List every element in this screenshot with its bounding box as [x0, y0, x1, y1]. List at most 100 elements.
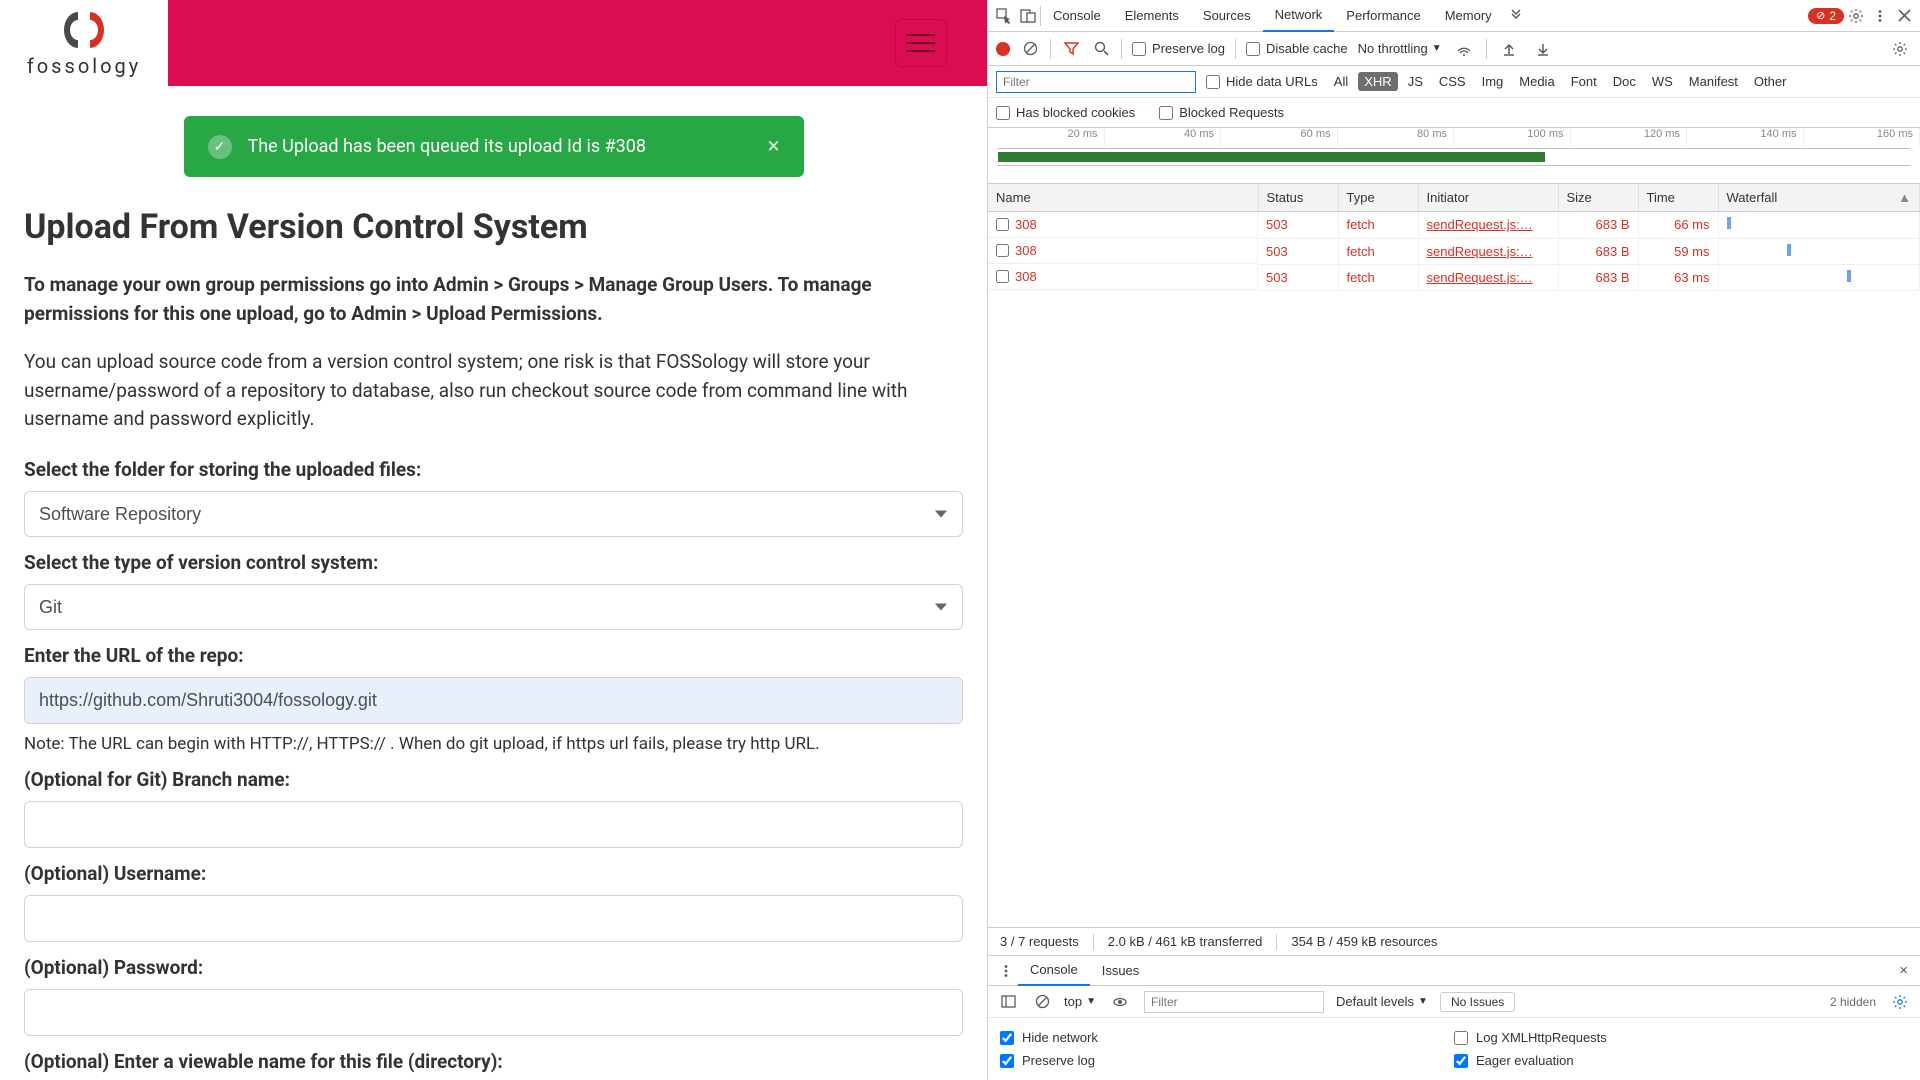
logo-icon [62, 8, 106, 52]
timeline-tick: 20 ms [988, 128, 1105, 146]
req-name: 308 [1015, 243, 1037, 258]
vcs-select[interactable]: Git [24, 584, 963, 630]
drawer-tab-issues[interactable]: Issues [1090, 956, 1152, 986]
export-har-icon[interactable] [1531, 37, 1555, 61]
type-filter-css[interactable]: CSS [1433, 72, 1472, 91]
intro-description: You can upload source code from a versio… [24, 348, 944, 434]
request-row[interactable]: 308503fetchsendRequest.js:…683 B66 ms [988, 212, 1920, 239]
column-time[interactable]: Time [1638, 184, 1718, 212]
req-initiator[interactable]: sendRequest.js:… [1427, 270, 1533, 285]
settings-icon[interactable] [1844, 4, 1868, 28]
drawer-preserve-log-check[interactable]: Preserve log [1000, 1049, 1454, 1072]
eager-eval-check[interactable]: Eager evaluation [1454, 1049, 1908, 1072]
folder-select[interactable]: Software Repository [24, 491, 963, 537]
password-input[interactable] [24, 989, 963, 1036]
column-status[interactable]: Status [1258, 184, 1338, 212]
tab-performance[interactable]: Performance [1334, 0, 1432, 32]
type-filter-js[interactable]: JS [1402, 72, 1429, 91]
throttling-select[interactable]: No throttling ▼ [1358, 41, 1442, 56]
type-filter-manifest[interactable]: Manifest [1683, 72, 1744, 91]
hide-network-check[interactable]: Hide network [1000, 1026, 1454, 1049]
req-time: 66 ms [1638, 212, 1718, 239]
timeline-tick: 40 ms [1105, 128, 1222, 146]
live-expr-icon[interactable] [1108, 990, 1132, 1014]
more-tabs-icon[interactable] [1504, 4, 1528, 28]
clear-icon[interactable] [1020, 39, 1040, 59]
network-conditions-icon[interactable] [1452, 37, 1476, 61]
console-filter-input[interactable] [1144, 991, 1324, 1013]
kebab-icon[interactable] [1868, 4, 1892, 28]
row-check[interactable] [996, 244, 1009, 257]
tab-sources[interactable]: Sources [1191, 0, 1263, 32]
type-filter-font[interactable]: Font [1565, 72, 1603, 91]
column-waterfall[interactable]: Waterfall▲ [1718, 184, 1920, 212]
network-status-bar: 3 / 7 requests 2.0 kB / 461 kB transferr… [988, 927, 1920, 955]
network-settings-icon[interactable] [1888, 37, 1912, 61]
error-count-badge[interactable]: 2 [1808, 8, 1844, 24]
column-initiator[interactable]: Initiator [1418, 184, 1558, 212]
request-row[interactable]: 308503fetchsendRequest.js:…683 B59 ms [988, 238, 1920, 264]
search-icon[interactable] [1091, 39, 1111, 59]
tab-memory[interactable]: Memory [1433, 0, 1504, 32]
column-size[interactable]: Size [1558, 184, 1638, 212]
filter-input[interactable] [996, 71, 1196, 93]
drawer-tab-console[interactable]: Console [1018, 956, 1090, 986]
tab-elements[interactable]: Elements [1113, 0, 1191, 32]
inspect-icon[interactable] [992, 4, 1016, 28]
timeline-overview[interactable]: 20 ms40 ms60 ms80 ms100 ms120 ms140 ms16… [988, 128, 1920, 184]
tab-console[interactable]: Console [1041, 0, 1113, 32]
hamburger-icon[interactable] [895, 19, 947, 67]
branch-input[interactable] [24, 801, 963, 848]
row-check[interactable] [996, 270, 1009, 283]
req-type: fetch [1338, 238, 1418, 264]
password-label: (Optional) Password: [24, 956, 963, 979]
drawer-kebab-icon[interactable] [994, 959, 1018, 983]
blocked-requests-check[interactable]: Blocked Requests [1159, 105, 1284, 120]
url-input[interactable] [24, 677, 963, 724]
filter-icon[interactable] [1061, 39, 1081, 59]
disable-cache-check[interactable]: Disable cache [1246, 41, 1348, 56]
req-initiator[interactable]: sendRequest.js:… [1427, 217, 1533, 232]
status-transferred: 2.0 kB / 461 kB transferred [1108, 934, 1263, 949]
console-toolbar: top ▼ Default levels ▼ No Issues 2 hidde… [988, 986, 1920, 1018]
type-filter-all[interactable]: All [1328, 72, 1354, 91]
column-type[interactable]: Type [1338, 184, 1418, 212]
blocked-cookies-check[interactable]: Has blocked cookies [996, 105, 1135, 120]
import-har-icon[interactable] [1497, 37, 1521, 61]
req-waterfall [1718, 238, 1920, 264]
hide-data-urls-check[interactable]: Hide data URLs [1206, 74, 1318, 89]
type-filter-media[interactable]: Media [1513, 72, 1560, 91]
username-input[interactable] [24, 895, 963, 942]
preserve-log-check[interactable]: Preserve log [1132, 41, 1225, 56]
log-levels-select[interactable]: Default levels ▼ [1336, 994, 1428, 1009]
device-toggle-icon[interactable] [1016, 4, 1040, 28]
folder-label: Select the folder for storing the upload… [24, 458, 963, 481]
type-filter-img[interactable]: Img [1476, 72, 1510, 91]
timeline-tick: 100 ms [1454, 128, 1571, 146]
tab-network[interactable]: Network [1263, 0, 1335, 32]
console-sidebar-icon[interactable] [996, 990, 1020, 1014]
type-filter-ws[interactable]: WS [1646, 72, 1679, 91]
close-icon[interactable]: × [768, 134, 780, 159]
req-initiator[interactable]: sendRequest.js:… [1427, 244, 1533, 259]
type-filter-xhr[interactable]: XHR [1358, 72, 1397, 91]
close-drawer-icon[interactable]: × [1893, 962, 1914, 979]
timeline-tick: 160 ms [1804, 128, 1920, 146]
network-toolbar: Preserve log Disable cache No throttling… [988, 32, 1920, 66]
console-settings-icon[interactable] [1888, 990, 1912, 1014]
fossology-logo[interactable]: fossology [27, 8, 141, 78]
row-check[interactable] [996, 218, 1009, 231]
column-name[interactable]: Name [988, 184, 1258, 212]
close-devtools-icon[interactable] [1892, 4, 1916, 28]
no-issues-pill[interactable]: No Issues [1440, 992, 1515, 1012]
app-header: fossology [0, 0, 987, 86]
request-row[interactable]: 308503fetchsendRequest.js:…683 B63 ms [988, 264, 1920, 290]
context-select[interactable]: top ▼ [1064, 994, 1096, 1009]
type-filter-doc[interactable]: Doc [1607, 72, 1642, 91]
type-filter-other[interactable]: Other [1748, 72, 1793, 91]
url-label: Enter the URL of the repo: [24, 644, 963, 667]
log-xhr-check[interactable]: Log XMLHttpRequests [1454, 1026, 1908, 1049]
timeline-tick: 60 ms [1221, 128, 1338, 146]
console-clear-icon[interactable] [1032, 992, 1052, 1012]
record-icon[interactable] [996, 42, 1010, 56]
